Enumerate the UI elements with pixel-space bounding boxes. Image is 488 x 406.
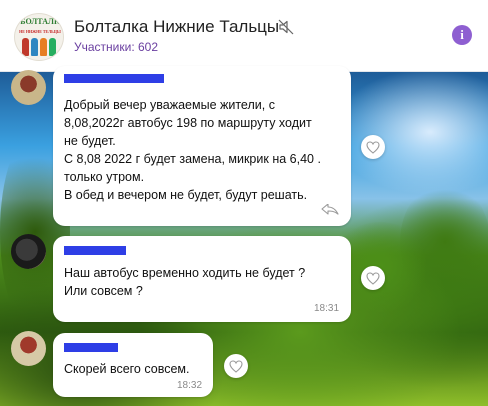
sender-avatar[interactable] <box>11 331 46 366</box>
sender-name-redacted <box>64 74 164 83</box>
heart-icon[interactable] <box>224 354 248 378</box>
group-avatar[interactable]: БОЛТАЛК НЕ НИЖНЕ ТЕЛЬЦЫ <box>14 13 64 61</box>
logo-figure <box>22 38 29 56</box>
message-text: Скорей всего совсем. <box>64 362 190 376</box>
info-icon[interactable]: i <box>452 25 472 45</box>
share-icon[interactable] <box>321 204 339 216</box>
sender-name-redacted <box>64 246 126 255</box>
message-time: 18:31 <box>314 303 340 314</box>
group-title[interactable]: Болталка Нижние Тальцы <box>74 17 279 37</box>
message-bubble[interactable]: Добрый вечер уважаемые жители, с 8,08,20… <box>53 66 351 226</box>
logo-figure <box>49 38 56 56</box>
mute-icon <box>278 19 294 35</box>
message-bubble[interactable]: Скорей всего совсем. 18:32 <box>53 333 213 397</box>
sender-avatar[interactable] <box>11 234 46 269</box>
message-time: 18:32 <box>177 380 203 391</box>
heart-icon[interactable] <box>361 135 385 159</box>
logo-figure <box>31 38 38 56</box>
logo-figure <box>40 38 47 56</box>
message-bubble[interactable]: Наш автобус временно ходить не будет ? И… <box>53 236 351 322</box>
group-logo-text: БОЛТАЛК НЕ НИЖНЕ ТЕЛЬЦЫ <box>19 17 61 34</box>
sender-name-redacted <box>64 343 118 352</box>
sender-avatar[interactable] <box>11 70 46 105</box>
members-count[interactable]: Участники: 602 <box>74 40 158 54</box>
heart-icon[interactable] <box>361 266 385 290</box>
message-text: Добрый вечер уважаемые жители, с 8,08,20… <box>64 98 321 202</box>
chat-header: БОЛТАЛК НЕ НИЖНЕ ТЕЛЬЦЫ Болталка Нижние … <box>0 0 488 72</box>
message-text: Наш автобус временно ходить не будет ? И… <box>64 266 306 298</box>
